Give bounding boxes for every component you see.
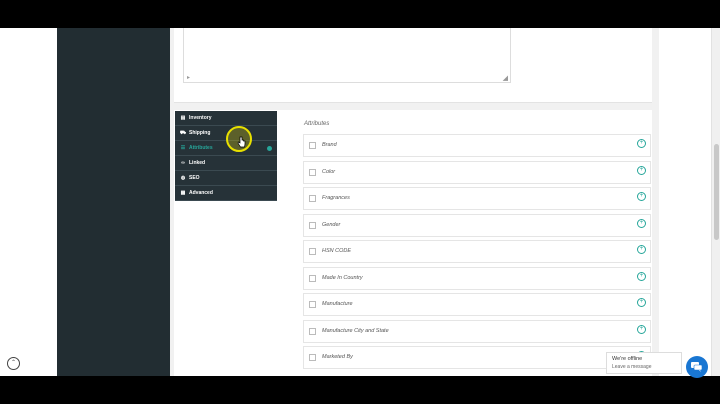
description-textarea[interactable]: ▸ ◢ (183, 28, 511, 83)
attribute-row[interactable]: Marketed By + (303, 346, 651, 369)
tab-seo[interactable]: ◍ SEO (175, 171, 277, 186)
attribute-row[interactable]: HSN CODE + (303, 240, 651, 263)
attribute-row[interactable]: Brand + (303, 134, 651, 157)
attribute-checkbox[interactable] (309, 221, 316, 229)
attribute-checkbox[interactable] (309, 327, 316, 335)
attribute-label: Fragrances (322, 195, 350, 201)
attribute-checkbox[interactable] (309, 168, 316, 176)
chat-widget[interactable]: We're offline Leave a message (606, 352, 682, 374)
attribute-label: Color (322, 168, 336, 175)
attribute-label: Made In Country (322, 274, 363, 281)
tab-label: Linked (189, 160, 206, 166)
tab-label: Inventory (189, 115, 212, 121)
attribute-label: Manufacture City and State (322, 327, 389, 334)
chat-bubble-icon (691, 362, 703, 372)
attribute-row[interactable]: Color + (303, 160, 651, 184)
plus-circle-icon[interactable]: + (637, 245, 646, 254)
active-indicator-icon (267, 146, 272, 151)
plus-circle-icon[interactable]: + (637, 165, 646, 175)
attribute-checkbox[interactable] (309, 274, 316, 282)
attribute-checkbox[interactable] (309, 142, 316, 149)
attribute-checkbox[interactable] (309, 354, 316, 361)
plus-circle-icon[interactable]: + (637, 298, 646, 307)
tab-inventory[interactable]: ▤ Inventory (175, 111, 277, 126)
attribute-label: Marketed By (322, 354, 353, 360)
link-icon: ∞ (181, 160, 185, 166)
list-icon: ☰ (180, 145, 186, 151)
tab-linked[interactable]: ∞ Linked (175, 156, 277, 171)
caret-right-icon: ▸ (187, 75, 191, 81)
chat-prompt: Leave a message (612, 364, 652, 370)
mouse-cursor-highlight (226, 126, 252, 152)
scroll-up-button[interactable]: ⌃ (7, 357, 20, 370)
attributes-title: Attributes (304, 121, 330, 127)
plus-circle-icon[interactable]: + (637, 192, 646, 201)
chat-status: We're offline (612, 356, 643, 362)
tab-label: Advanced (189, 190, 213, 196)
attribute-label: HSN CODE (322, 248, 352, 254)
attribute-row[interactable]: Gender + (303, 213, 651, 237)
scrollbar-thumb[interactable] (714, 144, 719, 240)
tab-advanced[interactable]: ▦ Advanced (175, 186, 277, 201)
chat-button[interactable] (686, 356, 708, 378)
database-icon: ▤ (180, 115, 186, 121)
right-panel (659, 28, 711, 376)
attributes-list: Brand + Color + Fragrances + Gender + HS… (303, 134, 651, 373)
attribute-label: Manufacture (322, 301, 353, 307)
tab-label: SEO (189, 175, 200, 181)
grid-icon: ▦ (180, 190, 186, 196)
attribute-row[interactable]: Manufacture + (303, 293, 651, 316)
app-frame: ▸ ◢ ▤ Inventory ⛟ Shipping ☰ Attributes (0, 28, 720, 376)
attribute-label: Gender (322, 221, 341, 228)
attribute-checkbox[interactable] (309, 301, 316, 308)
attribute-label: Brand (322, 142, 337, 148)
page-scrollbar[interactable] (711, 28, 720, 376)
plus-circle-icon[interactable]: + (637, 139, 646, 148)
truck-icon: ⛟ (179, 129, 187, 136)
resize-grip-icon[interactable]: ◢ (503, 74, 508, 82)
tab-label: Attributes (189, 145, 213, 151)
hand-pointer-icon (237, 136, 246, 148)
tab-label: Shipping (189, 130, 211, 136)
attribute-checkbox[interactable] (309, 248, 316, 255)
attribute-row[interactable]: Made In Country + (303, 266, 651, 290)
description-card: ▸ ◢ (174, 28, 652, 103)
left-margin (0, 28, 57, 376)
plus-circle-icon[interactable]: + (637, 271, 646, 281)
admin-sidebar (57, 28, 170, 376)
attribute-row[interactable]: Fragrances + (303, 187, 651, 210)
plus-circle-icon[interactable]: + (637, 218, 646, 228)
attribute-row[interactable]: Manufacture City and State + (303, 319, 651, 343)
attribute-checkbox[interactable] (309, 195, 316, 202)
product-data-tabs: ▤ Inventory ⛟ Shipping ☰ Attributes ∞ Li… (175, 111, 277, 201)
main-content: ▸ ◢ ▤ Inventory ⛟ Shipping ☰ Attributes (170, 28, 655, 376)
globe-icon: ◍ (180, 175, 186, 181)
plus-circle-icon[interactable]: + (637, 324, 646, 334)
